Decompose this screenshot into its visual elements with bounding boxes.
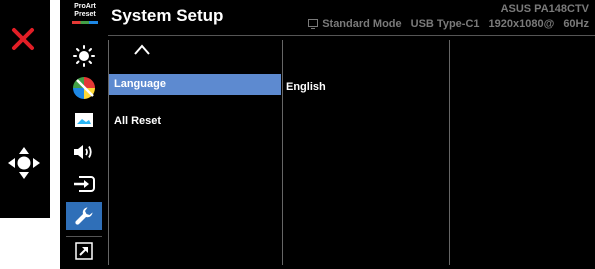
osd-menu: ProArt Preset System Setup ASUS PA148CTV…	[60, 0, 595, 269]
status-line: Standard Mode USB Type-C1 1920x1080@ 60H…	[308, 18, 589, 30]
menu-item-system-setup[interactable]	[66, 202, 102, 230]
submenu-item-language[interactable]: Language	[109, 74, 281, 95]
monitor-icon	[308, 19, 319, 29]
status-resolution: 1920x1080@	[488, 18, 555, 30]
five-way-joystick-icon	[8, 147, 40, 179]
color-icon	[73, 77, 95, 99]
page-title: System Setup	[111, 6, 224, 25]
exit-button[interactable]	[10, 26, 36, 52]
menu-item-image[interactable]	[66, 106, 102, 134]
chevron-up-icon	[134, 44, 150, 55]
status-input: USB Type-C1	[410, 18, 480, 30]
submenu-item-label: Language	[114, 78, 166, 90]
menu-item-input-select[interactable]	[66, 170, 102, 198]
header-divider	[108, 35, 595, 36]
monitor-model: ASUS PA148CTV	[500, 3, 589, 15]
status-mode: Standard Mode	[308, 18, 402, 30]
shortcut-icon	[75, 242, 93, 260]
divider-middle	[282, 40, 283, 265]
menu-item-color[interactable]	[66, 74, 102, 102]
divider-right	[449, 40, 450, 265]
submenu-item-all-reset[interactable]: All Reset	[109, 111, 281, 132]
close-icon	[12, 28, 34, 50]
proart-preset-badge[interactable]: ProArt Preset	[66, 3, 104, 31]
preset-color-stripe	[72, 21, 98, 24]
image-icon	[75, 113, 93, 127]
input-select-icon	[74, 176, 95, 192]
submenu-item-label: All Reset	[114, 115, 162, 127]
wrench-icon	[75, 207, 93, 225]
control-strip	[0, 0, 50, 218]
status-mode-label: Standard Mode	[322, 18, 402, 30]
preset-badge-line2: Preset	[74, 11, 96, 18]
navigation-joystick-button[interactable]	[7, 146, 41, 180]
status-refresh: 60Hz	[563, 18, 589, 30]
menu-item-shortcut[interactable]	[66, 236, 102, 265]
sound-icon	[74, 145, 92, 159]
main-menu	[60, 38, 108, 269]
brightness-icon	[73, 45, 95, 67]
menu-item-sound[interactable]	[66, 138, 102, 166]
language-option-english[interactable]: English	[286, 80, 326, 94]
scroll-up-arrow[interactable]	[132, 42, 152, 58]
menu-item-brightness[interactable]	[66, 42, 102, 70]
preset-badge-line1: ProArt	[74, 3, 96, 10]
